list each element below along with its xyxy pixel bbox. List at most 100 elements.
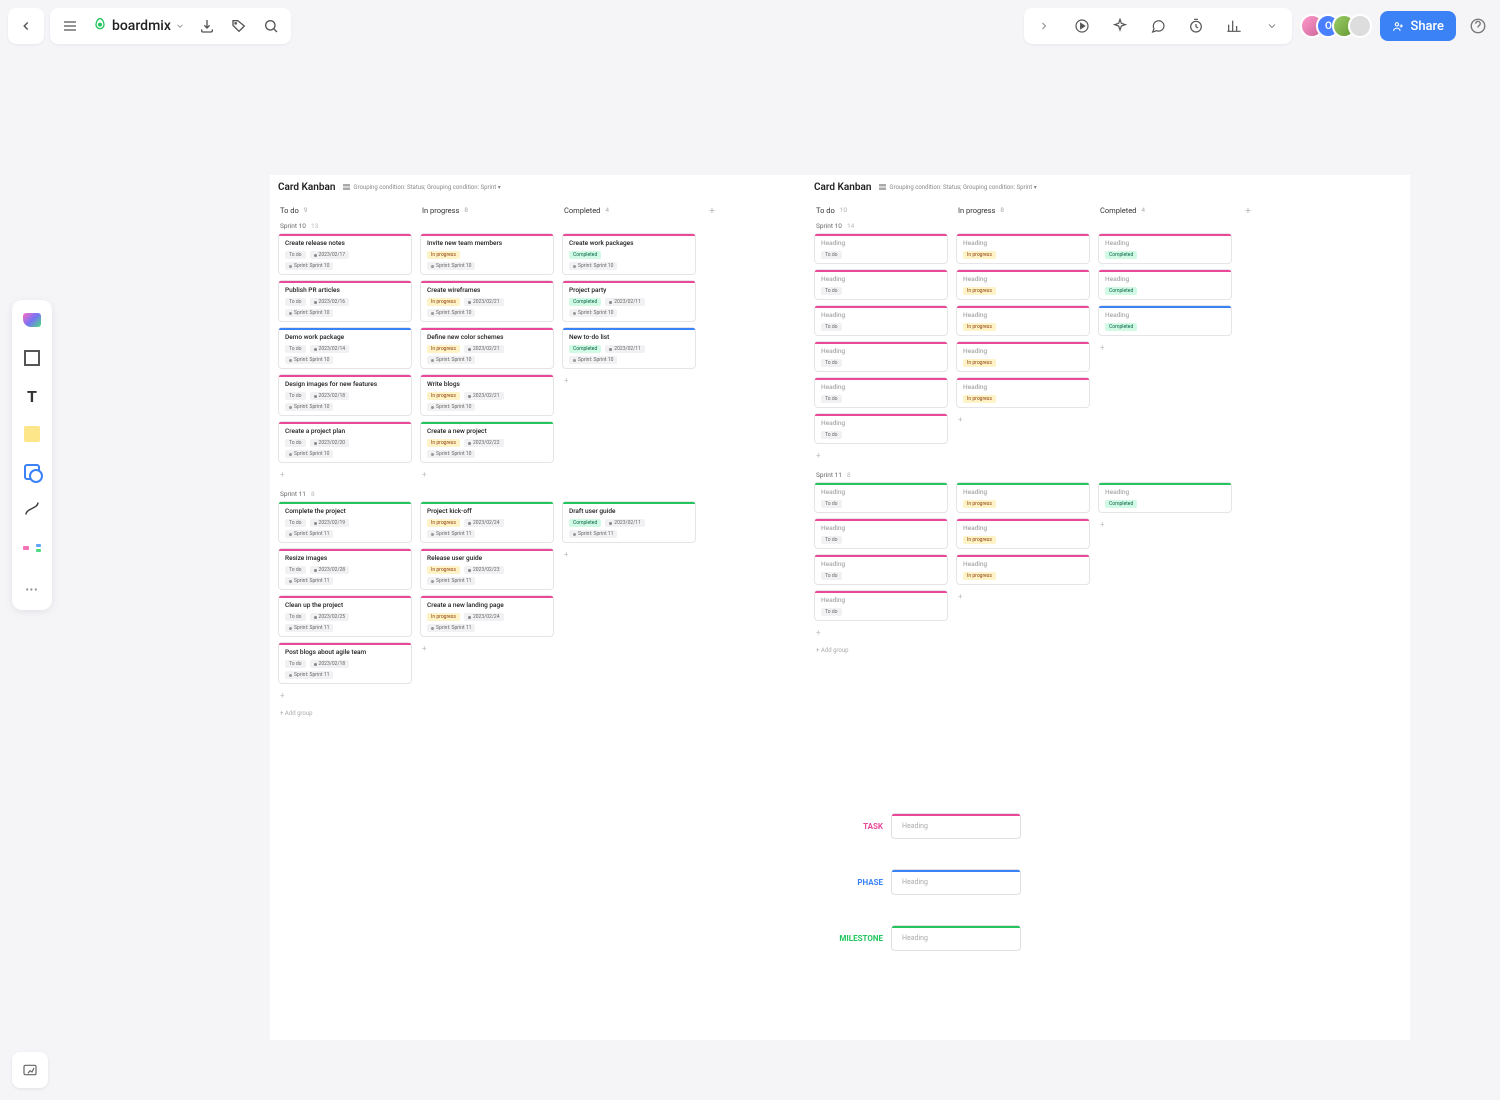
kanban-card[interactable]: Clean up the project To do2023/02/25Spri…: [278, 595, 412, 637]
frame-tool-icon[interactable]: [20, 346, 44, 370]
kanban-card[interactable]: Heading To do: [814, 341, 948, 372]
chart-icon[interactable]: [1220, 12, 1248, 40]
add-group-button[interactable]: + Add group: [814, 645, 1256, 656]
group-label[interactable]: Sprint 11 8: [814, 468, 1256, 482]
kanban-card[interactable]: Heading In progress: [956, 305, 1090, 336]
column-header[interactable]: In progress 8: [956, 201, 1090, 219]
add-card-button[interactable]: +: [278, 468, 412, 481]
kanban-card[interactable]: Project party Completed2023/02/11Sprint:…: [562, 280, 696, 322]
menu-icon[interactable]: [56, 12, 84, 40]
app-title[interactable]: boardmix: [88, 18, 189, 34]
kanban-card[interactable]: Heading To do: [814, 413, 948, 444]
kanban-card[interactable]: Heading To do: [814, 377, 948, 408]
kanban-card[interactable]: Heading To do: [814, 482, 948, 513]
add-card-button[interactable]: +: [562, 548, 696, 561]
kanban-card[interactable]: Publish PR articles To do2023/02/16Sprin…: [278, 280, 412, 322]
kanban-card[interactable]: Heading In progress: [956, 377, 1090, 408]
add-column-button[interactable]: +: [704, 203, 720, 219]
kanban-card[interactable]: Create release notes To do2023/02/17Spri…: [278, 233, 412, 275]
kanban-card[interactable]: Heading Completed: [1098, 305, 1232, 336]
back-button[interactable]: [8, 8, 44, 44]
avatar[interactable]: [1348, 14, 1372, 38]
kanban-card[interactable]: Create work packages CompletedSprint: Sp…: [562, 233, 696, 275]
board-condition[interactable]: Grouping condition: Status; Grouping con…: [343, 184, 500, 191]
board-condition[interactable]: Grouping condition: Status; Grouping con…: [879, 184, 1036, 191]
kanban-card[interactable]: Heading In progress: [956, 482, 1090, 513]
add-card-button[interactable]: +: [420, 468, 554, 481]
add-group-button[interactable]: + Add group: [278, 708, 720, 719]
group-label[interactable]: Sprint 10 14: [814, 219, 1256, 233]
kanban-card[interactable]: Project kick-off In progress2023/02/24Sp…: [420, 501, 554, 543]
kanban-card[interactable]: Draft user guide Completed2023/02/11Spri…: [562, 501, 696, 543]
kanban-card[interactable]: Heading In progress: [956, 269, 1090, 300]
kanban-card[interactable]: Heading In progress: [956, 341, 1090, 372]
group-label[interactable]: Sprint 11 8: [278, 487, 720, 501]
add-card-button[interactable]: +: [1098, 518, 1232, 531]
search-icon[interactable]: [257, 12, 285, 40]
kanban-card[interactable]: Create a new project In progress2023/02/…: [420, 421, 554, 463]
chevron-right-icon[interactable]: [1030, 12, 1058, 40]
kanban-card[interactable]: Heading In progress: [956, 518, 1090, 549]
kanban-card[interactable]: Heading To do: [814, 518, 948, 549]
column-header[interactable]: Completed 4: [1098, 201, 1232, 219]
help-icon[interactable]: [1464, 12, 1492, 40]
kanban-card[interactable]: Heading In progress: [956, 233, 1090, 264]
kanban-card[interactable]: Heading To do: [814, 305, 948, 336]
kanban-card[interactable]: New to-do list Completed2023/02/11Sprint…: [562, 327, 696, 369]
kanban-card[interactable]: Write blogs In progress2023/02/21Sprint:…: [420, 374, 554, 416]
kanban-card[interactable]: Design images for new features To do2023…: [278, 374, 412, 416]
add-card-button[interactable]: +: [956, 413, 1090, 426]
timer-icon[interactable]: [1182, 12, 1210, 40]
column-header[interactable]: To do 9: [278, 201, 412, 219]
add-card-button[interactable]: +: [814, 449, 948, 462]
kanban-card[interactable]: Demo work package To do2023/02/14Sprint:…: [278, 327, 412, 369]
add-card-button[interactable]: +: [1098, 341, 1232, 354]
curve-tool-icon[interactable]: [20, 498, 44, 522]
kanban-card[interactable]: Resize images To do2023/02/28Sprint: Spr…: [278, 548, 412, 590]
share-button[interactable]: Share: [1380, 11, 1456, 41]
canvas[interactable]: Card Kanban Grouping condition: Status; …: [270, 175, 1410, 1040]
shape-tool-icon[interactable]: [20, 460, 44, 484]
add-card-button[interactable]: +: [420, 642, 554, 655]
sparkle-icon[interactable]: [1106, 12, 1134, 40]
play-icon[interactable]: [1068, 12, 1096, 40]
more-tools-icon[interactable]: •••: [20, 578, 44, 602]
kanban-card[interactable]: Invite new team members In progressSprin…: [420, 233, 554, 275]
kanban-card[interactable]: Heading To do: [814, 233, 948, 264]
kanban-card[interactable]: Heading To do: [814, 590, 948, 621]
group-label[interactable]: Sprint 10 13: [278, 219, 720, 233]
kanban-card[interactable]: Heading To do: [814, 554, 948, 585]
column-header[interactable]: In progress 8: [420, 201, 554, 219]
mindmap-tool-icon[interactable]: [20, 536, 44, 560]
sticky-note-tool-icon[interactable]: [20, 422, 44, 446]
kanban-card[interactable]: Heading Completed: [1098, 233, 1232, 264]
kanban-card[interactable]: Heading In progress: [956, 554, 1090, 585]
kanban-card[interactable]: Define new color schemes In progress2023…: [420, 327, 554, 369]
tag-icon[interactable]: [225, 12, 253, 40]
kanban-card[interactable]: Heading To do: [814, 269, 948, 300]
kanban-card[interactable]: Create wireframes In progress2023/02/21S…: [420, 280, 554, 322]
card-title: Project kick-off: [427, 507, 547, 515]
text-tool-icon[interactable]: T: [20, 384, 44, 408]
chevron-down-icon[interactable]: [1258, 12, 1286, 40]
logo-tool-icon[interactable]: [20, 308, 44, 332]
add-card-button[interactable]: +: [278, 689, 412, 702]
kanban-card[interactable]: Create a new landing page In progress202…: [420, 595, 554, 637]
kanban-card[interactable]: Release user guide In progress2023/02/23…: [420, 548, 554, 590]
add-card-button[interactable]: +: [814, 626, 948, 639]
column-header[interactable]: Completed 4: [562, 201, 696, 219]
comment-icon[interactable]: [1144, 12, 1172, 40]
add-column-button[interactable]: +: [1240, 203, 1256, 219]
add-card-button[interactable]: +: [562, 374, 696, 387]
add-card-button[interactable]: +: [956, 590, 1090, 603]
date-badge: 2023/02/28: [310, 566, 350, 574]
download-icon[interactable]: [193, 12, 221, 40]
minimap-button[interactable]: [12, 1052, 48, 1088]
avatar-stack[interactable]: O: [1300, 14, 1372, 38]
column-header[interactable]: To do 10: [814, 201, 948, 219]
kanban-card[interactable]: Heading Completed: [1098, 269, 1232, 300]
kanban-card[interactable]: Heading Completed: [1098, 482, 1232, 513]
kanban-card[interactable]: Complete the project To do2023/02/19Spri…: [278, 501, 412, 543]
kanban-card[interactable]: Create a project plan To do2023/02/20Spr…: [278, 421, 412, 463]
kanban-card[interactable]: Post blogs about agile team To do2023/02…: [278, 642, 412, 684]
